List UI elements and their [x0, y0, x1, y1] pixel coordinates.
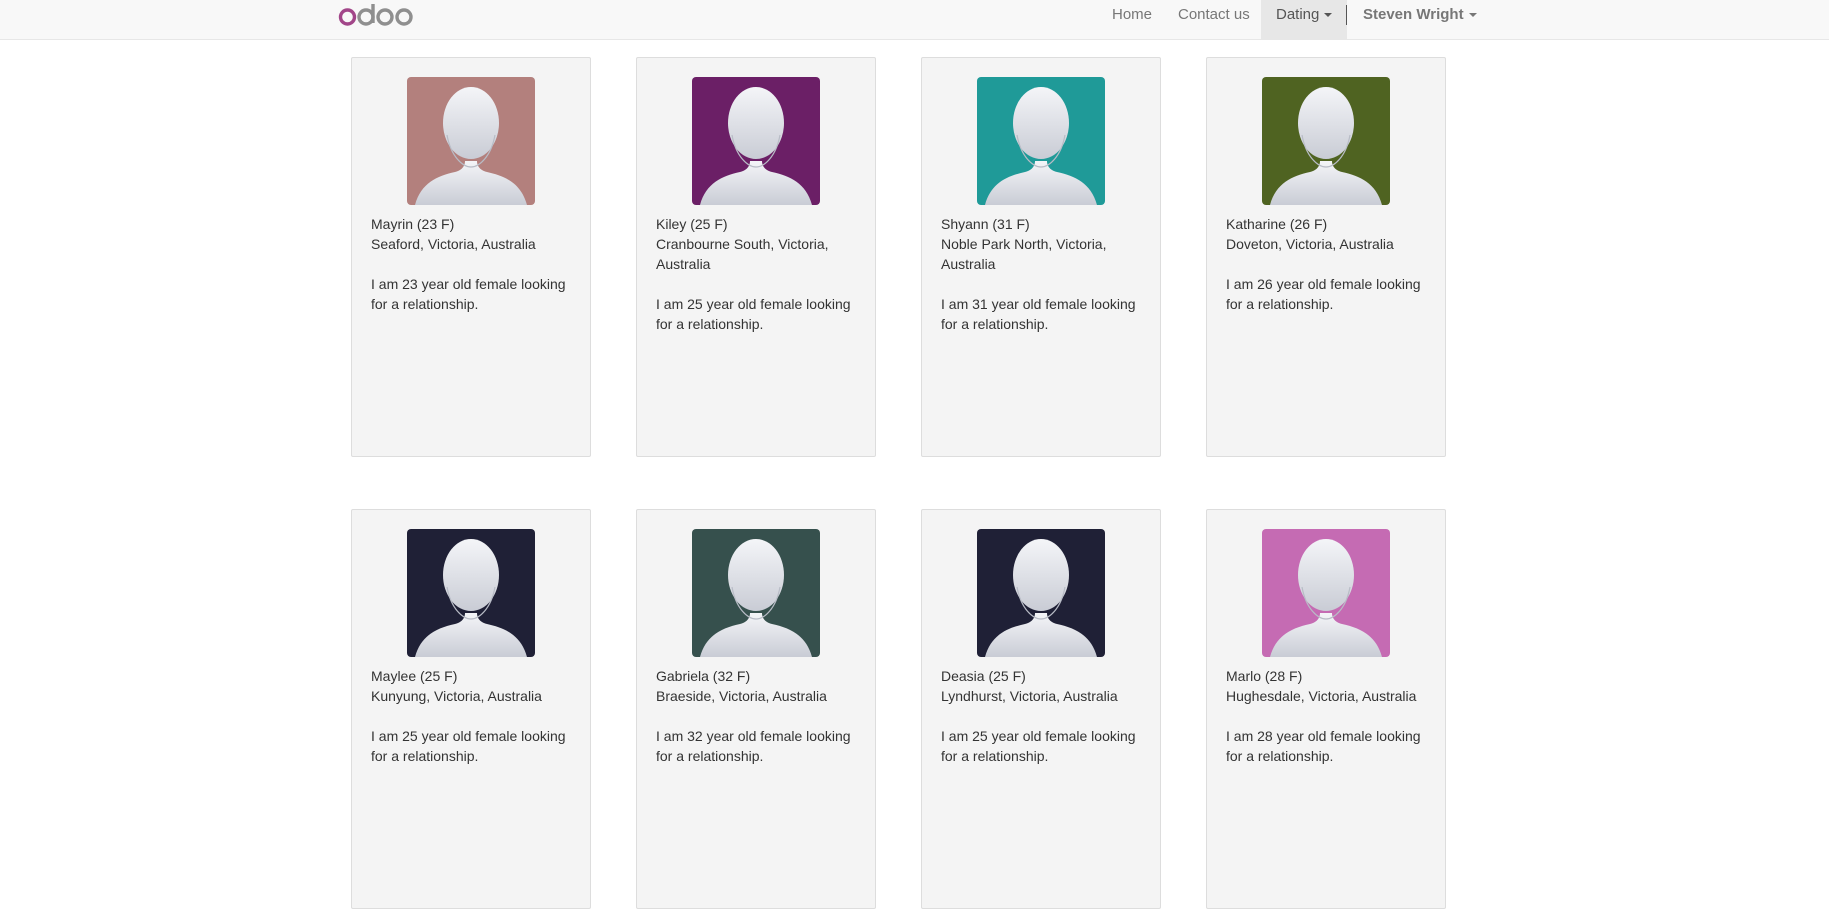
profile-card[interactable]: Katharine (26 F) Doveton, Victoria, Austr…: [1206, 57, 1446, 457]
profile-name-age: Kiley (25 F): [656, 216, 728, 232]
profile-info: Maylee (25 F) Kunyung, Victoria, Australi…: [371, 666, 576, 766]
chevron-down-icon: [1324, 13, 1333, 18]
profile-name-age: Shyann (31 F): [941, 216, 1030, 232]
profile-name-age: Mayrin (23 F): [371, 216, 455, 232]
profile-card[interactable]: Maylee (25 F) Kunyung, Victoria, Australi…: [351, 509, 591, 909]
profile-card[interactable]: Kiley (25 F) Cranbourne South, Victoria, …: [636, 57, 876, 457]
nav-user-dropdown[interactable]: Steven Wright: [1348, 0, 1492, 39]
profile-card[interactable]: Marlo (28 F) Hughesdale, Victoria, Austra…: [1206, 509, 1446, 909]
profile-bio: I am 26 year old female looking for a re…: [1226, 276, 1421, 312]
nav-divider: [1346, 5, 1347, 25]
profile-location: Noble Park North, Victoria, Australia: [941, 236, 1107, 272]
profile-location: Doveton, Victoria, Australia: [1226, 236, 1394, 252]
profile-bio: I am 31 year old female looking for a re…: [941, 296, 1136, 332]
avatar[interactable]: [1262, 529, 1390, 657]
profile-bio: I am 23 year old female looking for a re…: [371, 276, 566, 312]
profile-bio: I am 32 year old female looking for a re…: [656, 728, 851, 764]
profile-info: Katharine (26 F) Doveton, Victoria, Austr…: [1226, 214, 1431, 314]
profile-info: Shyann (31 F) Noble Park North, Victoria,…: [941, 214, 1146, 334]
avatar[interactable]: [1262, 77, 1390, 205]
profile-location: Braeside, Victoria, Australia: [656, 688, 827, 704]
nav-user-name: Steven Wright: [1363, 6, 1464, 23]
avatar[interactable]: [407, 529, 535, 657]
profile-name-age: Gabriela (32 F): [656, 668, 751, 684]
avatar[interactable]: [692, 77, 820, 205]
profile-info: Marlo (28 F) Hughesdale, Victoria, Austra…: [1226, 666, 1431, 766]
profile-info: Deasia (25 F) Lyndhurst, Victoria, Austra…: [941, 666, 1146, 766]
profile-name-age: Marlo (28 F): [1226, 668, 1303, 684]
profile-location: Kunyung, Victoria, Australia: [371, 688, 542, 704]
odoo-logo[interactable]: [338, 2, 414, 32]
top-navbar: Home Contact us Dating Steven Wright: [0, 0, 1829, 40]
profile-bio: I am 25 year old female looking for a re…: [371, 728, 566, 764]
profile-card[interactable]: Gabriela (32 F) Braeside, Victoria, Austr…: [636, 509, 876, 909]
avatar[interactable]: [977, 77, 1105, 205]
profile-bio: I am 28 year old female looking for a re…: [1226, 728, 1421, 764]
avatar[interactable]: [977, 529, 1105, 657]
profile-info: Mayrin (23 F) Seaford, Victoria, Australi…: [371, 214, 576, 314]
nav-dating-dropdown[interactable]: Dating: [1261, 0, 1348, 39]
profile-location: Hughesdale, Victoria, Australia: [1226, 688, 1417, 704]
profile-info: Kiley (25 F) Cranbourne South, Victoria, …: [656, 214, 861, 334]
avatar[interactable]: [407, 77, 535, 205]
profile-bio: I am 25 year old female looking for a re…: [941, 728, 1136, 764]
profile-name-age: Katharine (26 F): [1226, 216, 1328, 232]
avatar[interactable]: [692, 529, 820, 657]
profile-info: Gabriela (32 F) Braeside, Victoria, Austr…: [656, 666, 861, 766]
profile-name-age: Maylee (25 F): [371, 668, 458, 684]
nav-home-link[interactable]: Home: [1097, 0, 1167, 39]
profile-card[interactable]: Mayrin (23 F) Seaford, Victoria, Australi…: [351, 57, 591, 457]
profile-location: Seaford, Victoria, Australia: [371, 236, 536, 252]
nav-dating-label: Dating: [1276, 6, 1320, 23]
profile-bio: I am 25 year old female looking for a re…: [656, 296, 851, 332]
chevron-down-icon: [1468, 13, 1477, 18]
profile-name-age: Deasia (25 F): [941, 668, 1026, 684]
profile-location: Lyndhurst, Victoria, Australia: [941, 688, 1118, 704]
profile-card[interactable]: Shyann (31 F) Noble Park North, Victoria,…: [921, 57, 1161, 457]
profile-card[interactable]: Deasia (25 F) Lyndhurst, Victoria, Austra…: [921, 509, 1161, 909]
profile-location: Cranbourne South, Victoria, Australia: [656, 236, 829, 272]
nav-contact-link[interactable]: Contact us: [1163, 0, 1265, 39]
